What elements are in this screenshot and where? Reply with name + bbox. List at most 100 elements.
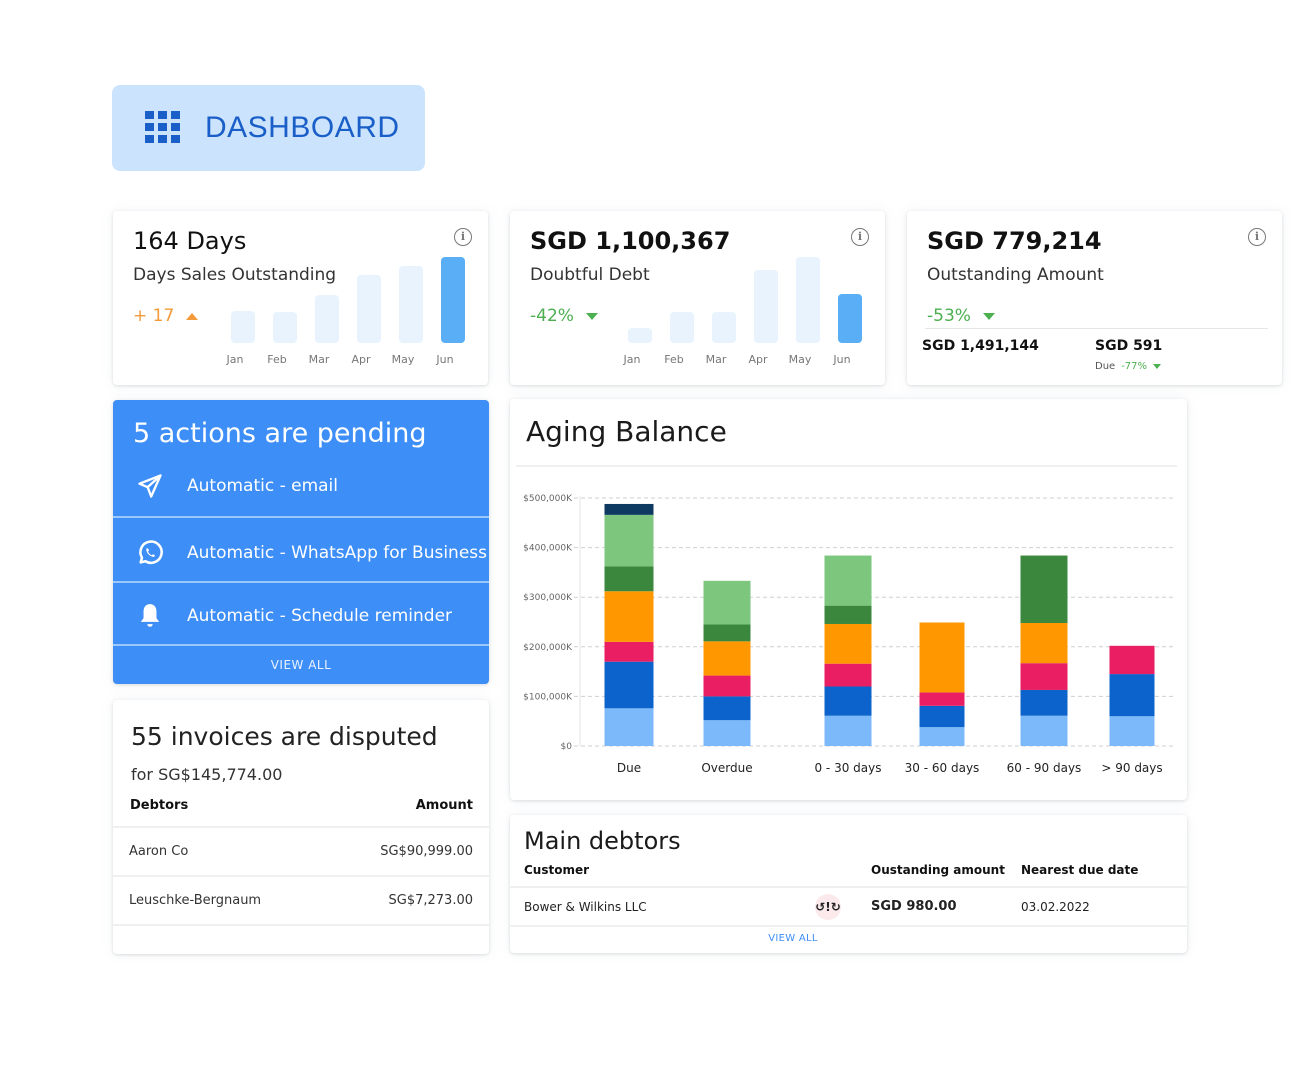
bar-segment [824, 623, 872, 664]
trend-down-icon [1153, 364, 1162, 369]
table-row[interactable]: Leuschke-Bergnaum SG$7,273.00 [113, 875, 489, 923]
trend-down-icon [982, 312, 995, 320]
sparkline-month-label: Jan [623, 353, 641, 366]
table-row-empty [113, 924, 489, 952]
info-icon[interactable]: i [1248, 228, 1266, 246]
bar-segment [703, 624, 751, 642]
due-delta: -77% [1121, 361, 1148, 372]
y-tick-label: $0 [561, 742, 573, 752]
kpi-delta-value: -42% [530, 306, 574, 326]
bar-segment [919, 622, 965, 693]
sparkline-month-label: Apr [748, 353, 768, 366]
whatsapp-icon [113, 538, 187, 568]
page-title: DASHBOARD [205, 111, 400, 144]
grid-icon [145, 111, 181, 145]
table-row[interactable]: Aaron Co SG$90,999.00 [113, 826, 489, 874]
sparkline [231, 251, 471, 343]
view-all-debtors-link[interactable]: VIEW ALL [510, 933, 1076, 944]
bar-segment [703, 641, 751, 676]
sparkline-month-label: Apr [351, 353, 371, 366]
debtor-amount: SG$7,273.00 [388, 893, 474, 908]
x-tick-label: Due [617, 761, 641, 775]
sparkline-bar [273, 312, 297, 343]
dashboard-header[interactable]: DASHBOARD [112, 85, 425, 171]
divider [510, 886, 1187, 888]
disputed-invoices-card: 55 invoices are disputed for SG$145,774.… [113, 700, 489, 954]
info-icon[interactable]: i [454, 228, 472, 246]
kpi-value: SGD 779,214 [927, 227, 1102, 255]
divider [113, 581, 489, 583]
kpi-value: 164 Days [133, 227, 247, 255]
bar-segment [1020, 689, 1068, 716]
bar-segment [919, 727, 965, 746]
customer-name: Bower & Wilkins LLC [524, 900, 647, 914]
debtor-name: Leuschke-Bergnaum [129, 893, 262, 908]
kpi-delta: + 17 [133, 306, 199, 326]
sparkline-bar [796, 257, 820, 343]
bar-segment [703, 696, 751, 721]
due-date: 03.02.2022 [1021, 900, 1090, 914]
bell-icon [113, 602, 187, 630]
bar-segment [604, 566, 654, 592]
sparkline-month-label: Jun [436, 353, 454, 366]
action-item-email[interactable]: Automatic - email [113, 468, 489, 504]
x-tick-label: > 90 days [1101, 761, 1162, 775]
kpi-label: Outstanding Amount [927, 265, 1104, 285]
bar-segment [1109, 674, 1155, 717]
bar-segment [824, 605, 872, 624]
due-label: Due [1095, 361, 1116, 372]
bar-segment [1109, 716, 1155, 746]
debtor-amount: SG$90,999.00 [380, 844, 473, 859]
bar-segment [919, 705, 965, 728]
total-amount: SGD 1,491,144 [922, 338, 1039, 354]
action-label: Automatic - WhatsApp for Business [187, 543, 488, 563]
x-tick-label: 60 - 90 days [1007, 761, 1082, 775]
sparkline-month-label: Feb [664, 353, 684, 366]
bar-segment [703, 580, 751, 625]
kpi-card-doubtful-debt: SGD 1,100,367 Doubtful Debt i -42% Jan Fe… [510, 211, 885, 385]
action-label: Automatic - email [187, 476, 339, 496]
kpi-delta-value: + 17 [133, 306, 175, 326]
sparkline-bar [399, 266, 423, 343]
column-header-amount: Oustanding amount [871, 863, 1005, 877]
divider [925, 328, 1268, 329]
sparkline [628, 251, 868, 343]
action-item-reminder[interactable]: Automatic - Schedule reminder [113, 597, 489, 635]
sparkline-labels: Jan Feb Mar Apr May Jun [227, 353, 471, 367]
action-item-whatsapp[interactable]: Automatic - WhatsApp for Business [113, 534, 489, 572]
bar-segment [1109, 645, 1155, 675]
outstanding-amount: SGD 980.00 [871, 899, 957, 914]
dispute-icon[interactable]: ↺!↻ [815, 894, 841, 920]
bar-segment [604, 503, 654, 515]
sparkline-bar [231, 311, 255, 343]
sparkline-month-label: Mar [705, 353, 727, 366]
sparkline-bar [754, 270, 778, 343]
bar-segment [824, 663, 872, 687]
sparkline-bar [670, 312, 694, 343]
trend-up-icon [186, 312, 199, 320]
info-icon[interactable]: i [851, 228, 869, 246]
bar-segment [604, 514, 654, 567]
column-header-due-date: Nearest due date [1021, 863, 1139, 877]
bar-segment [919, 692, 965, 706]
bar-segment [703, 720, 751, 746]
y-tick-label: $100,000K [523, 692, 573, 702]
kpi-card-dso: 164 Days Days Sales Outstanding i + 17 J… [113, 211, 488, 385]
due-meta: Due -77% [1095, 361, 1162, 372]
bar-segment [824, 555, 872, 606]
sparkline-labels: Jan Feb Mar Apr May Jun [624, 353, 868, 367]
sparkline-bar [712, 312, 736, 343]
debtor-name: Aaron Co [129, 844, 189, 859]
bar-segment [1020, 663, 1068, 690]
column-header-amount: Amount [415, 798, 473, 813]
divider [510, 925, 1187, 927]
view-all-actions-link[interactable]: VIEW ALL [113, 658, 489, 672]
bar-segment [1020, 715, 1068, 746]
bar-segment [604, 708, 654, 746]
sparkline-bar [628, 328, 652, 343]
sparkline-month-label: Jun [833, 353, 851, 366]
kpi-delta: -53% [927, 306, 995, 326]
bar-segment [1020, 622, 1068, 664]
y-tick-label: $500,000K [523, 494, 573, 504]
divider [113, 644, 489, 646]
